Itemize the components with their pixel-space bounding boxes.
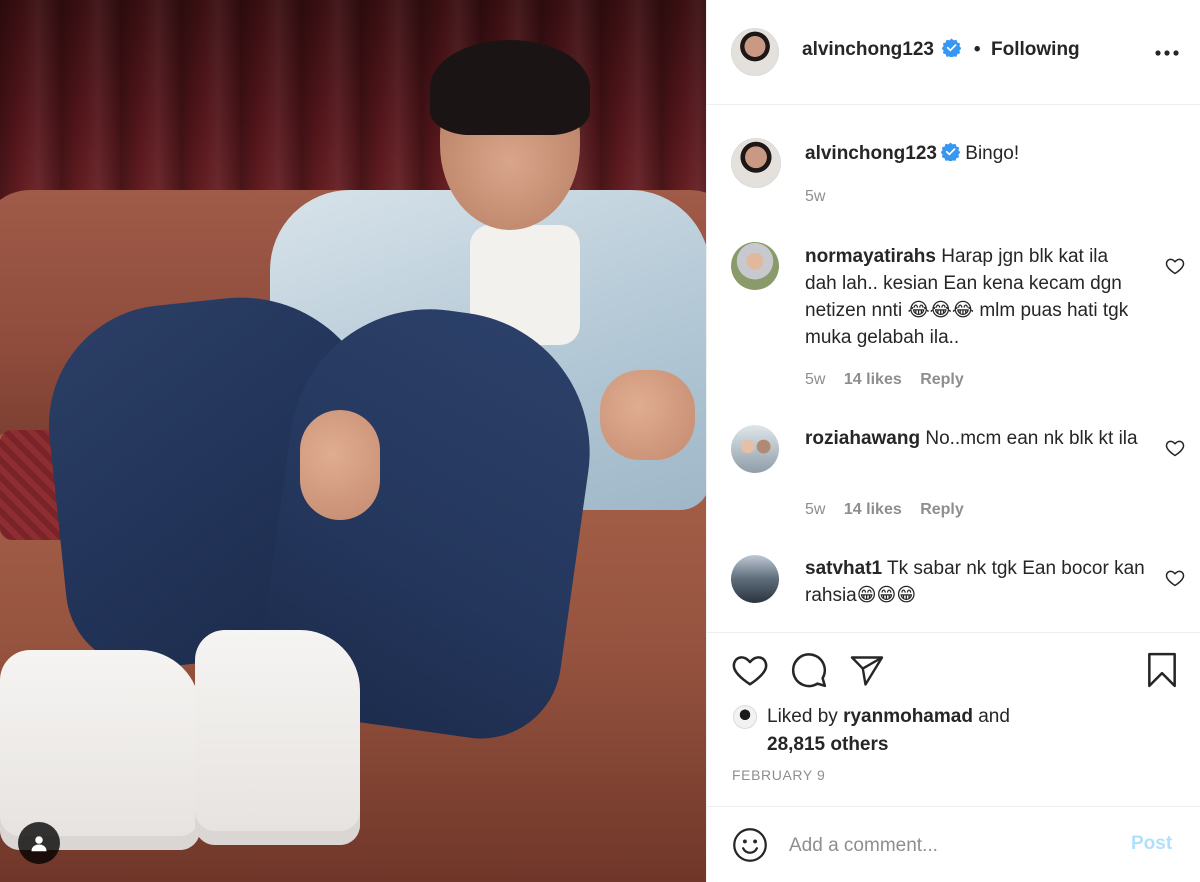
person-hair [430, 40, 590, 135]
comment-input[interactable] [789, 831, 1109, 861]
likes-conjunction: and [978, 706, 1010, 727]
post-comment-button[interactable]: Post [1131, 833, 1172, 855]
comment-body: normayatirahs Harap jgn blk kat ila dah … [805, 243, 1145, 351]
reply-button[interactable]: Reply [920, 501, 964, 518]
post-details-panel: alvinchong123 • Following alvinchong123 … [706, 0, 1200, 882]
caption-avatar[interactable] [731, 138, 781, 188]
comment-avatar[interactable] [731, 425, 779, 473]
post-actions: Liked by ryanmohamad and 28,815 others F… [707, 632, 1200, 882]
bookmark-icon[interactable] [1143, 651, 1181, 689]
likes-summary: Liked by ryanmohamad and 28,815 others [767, 703, 1010, 759]
post-header: alvinchong123 • Following [707, 0, 1200, 105]
heart-icon[interactable] [731, 651, 769, 689]
comment-body: satvhat1 Tk sabar nk tgk Ean bocor kan r… [805, 555, 1145, 609]
comment-bubble-icon[interactable] [790, 651, 828, 689]
verified-badge-icon [940, 142, 961, 169]
comment-timestamp[interactable]: 5w [805, 501, 825, 518]
heart-icon[interactable] [1165, 568, 1185, 588]
caption-text: Bingo! [965, 143, 1020, 164]
comment-username[interactable]: roziahawang [805, 428, 920, 449]
right-hand [600, 370, 695, 460]
header-username[interactable]: alvinchong123 [802, 39, 934, 60]
post-date[interactable]: FEBRUARY 9 [732, 767, 825, 783]
heart-icon[interactable] [1165, 438, 1185, 458]
comment-text: No..mcm ean nk blk kt ila [925, 428, 1138, 449]
comment-username[interactable]: satvhat1 [805, 558, 882, 579]
heart-icon[interactable] [1165, 256, 1185, 276]
post-photo[interactable] [0, 0, 706, 882]
left-hand [300, 410, 380, 520]
comment-avatar[interactable] [731, 242, 779, 290]
comment-username[interactable]: normayatirahs [805, 246, 936, 267]
comment-form: Post [707, 806, 1200, 882]
comment-meta: 5w 14 likes Reply [805, 501, 964, 519]
comment-like-count[interactable]: 14 likes [844, 371, 902, 388]
white-sneaker-right [195, 630, 360, 845]
more-options-button[interactable] [1152, 38, 1182, 68]
liker-username[interactable]: ryanmohamad [843, 706, 973, 727]
following-button[interactable]: Following [991, 39, 1080, 60]
separator-dot: • [973, 39, 981, 60]
liked-by-label: Liked by [767, 706, 838, 727]
more-options-icon [1155, 50, 1179, 56]
comment-meta: 5w 14 likes Reply [805, 371, 964, 389]
white-sneaker-left [0, 650, 200, 850]
comment-like-count[interactable]: 14 likes [844, 501, 902, 518]
caption-timestamp[interactable]: 5w [805, 188, 825, 206]
liker-avatar[interactable] [733, 705, 757, 729]
likes-count[interactable]: 28,815 others [767, 734, 888, 755]
comment-timestamp[interactable]: 5w [805, 371, 825, 388]
comment-body: roziahawang No..mcm ean nk blk kt ila [805, 425, 1145, 452]
caption-username[interactable]: alvinchong123 [805, 143, 937, 164]
user-tag-button[interactable] [18, 822, 60, 864]
verified-badge-icon [942, 38, 962, 62]
avatar[interactable] [731, 28, 779, 76]
paper-plane-icon[interactable] [849, 653, 885, 689]
person-icon [31, 836, 47, 852]
smiley-icon[interactable] [732, 827, 768, 863]
reply-button[interactable]: Reply [920, 371, 964, 388]
comment-avatar[interactable] [731, 555, 779, 603]
